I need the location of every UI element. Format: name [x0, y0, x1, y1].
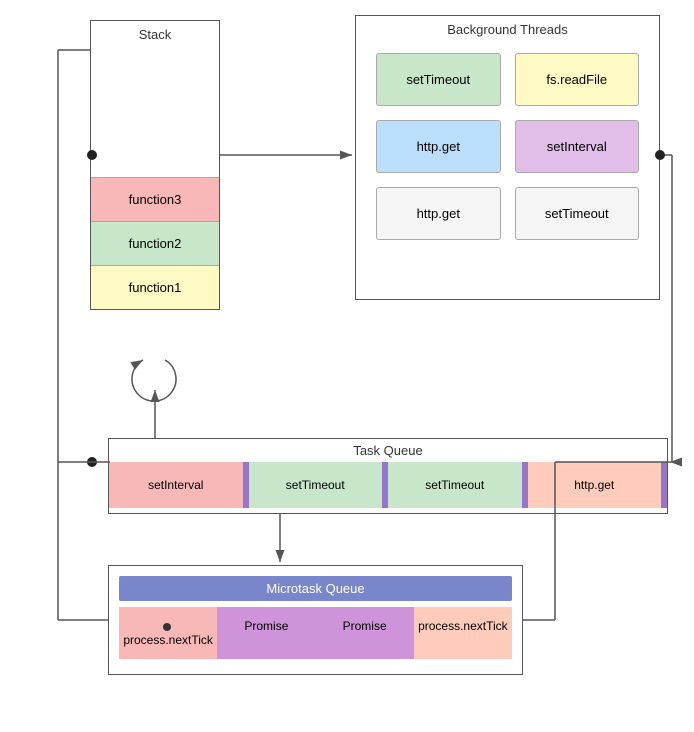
- task-item-settimeout2: setTimeout: [388, 462, 522, 508]
- micro-item-processnexttick1: process.nextTick: [119, 607, 217, 659]
- task-item-httpget: http.get: [528, 462, 662, 508]
- task-queue-box: Task Queue setInterval setTimeout setTim…: [108, 438, 668, 514]
- task-item-setinterval: setInterval: [109, 462, 243, 508]
- bg-item-settimeout1: setTimeout: [376, 53, 501, 106]
- task-queue-title: Task Queue: [109, 439, 667, 462]
- micro-item-processnexttick2: process.nextTick: [414, 607, 512, 659]
- stack-item-function1: function1: [91, 265, 219, 309]
- stack-items: function3 function2 function1: [91, 177, 219, 309]
- bg-item-setinterval: setInterval: [515, 120, 640, 173]
- stack-item-function3: function3: [91, 177, 219, 221]
- micro-dot-1: [163, 623, 171, 631]
- microtask-queue-title: Microtask Queue: [119, 576, 512, 601]
- loop-arrow: [132, 360, 176, 401]
- micro-item-promise2: Promise: [316, 607, 414, 659]
- diagram-container: Stack function3 function2 function1 Back…: [0, 0, 694, 732]
- task-divider-4: [661, 462, 667, 508]
- task-queue-items: setInterval setTimeout setTimeout http.g…: [109, 462, 667, 508]
- stack-item-function2: function2: [91, 221, 219, 265]
- stack-title: Stack: [91, 21, 219, 46]
- background-threads-grid: setTimeout fs.readFile http.get setInter…: [356, 43, 659, 250]
- microtask-queue-items: process.nextTick Promise Promise process…: [109, 607, 522, 659]
- bg-item-settimeout2: setTimeout: [515, 187, 640, 240]
- stack-box: Stack function3 function2 function1: [90, 20, 220, 310]
- micro-item-promise1: Promise: [217, 607, 315, 659]
- background-threads-title: Background Threads: [356, 16, 659, 43]
- bg-item-httpget2: http.get: [376, 187, 501, 240]
- task-item-settimeout1: setTimeout: [249, 462, 383, 508]
- background-threads-box: Background Threads setTimeout fs.readFil…: [355, 15, 660, 300]
- bg-item-httpget1: http.get: [376, 120, 501, 173]
- microtask-queue-box: Microtask Queue process.nextTick Promise…: [108, 565, 523, 675]
- dot-task-left: [87, 457, 97, 467]
- bg-item-fsreadfile: fs.readFile: [515, 53, 640, 106]
